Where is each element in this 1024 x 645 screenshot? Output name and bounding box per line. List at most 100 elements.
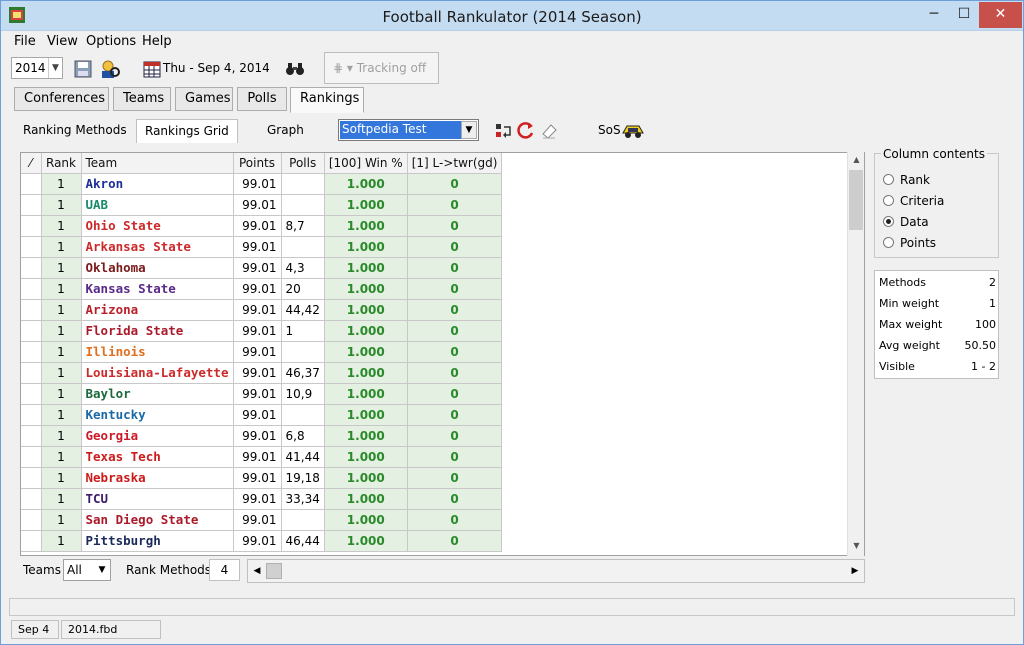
table-row[interactable]: 1 Georgia 99.01 6,8 1.000 0 xyxy=(21,425,503,447)
tab-games[interactable]: Games xyxy=(175,87,233,111)
radio-criteria[interactable]: Criteria xyxy=(883,194,944,208)
scroll-left-icon[interactable]: ◀ xyxy=(249,562,265,580)
table-header-row: ⁄ Rank Team Points Polls [100] Win % [1]… xyxy=(21,153,503,174)
scroll-thumb[interactable] xyxy=(849,170,863,230)
menu-view[interactable]: View xyxy=(47,34,78,49)
polls-cell: 46,44 xyxy=(281,530,325,552)
table-row[interactable]: 1 UAB 99.01 1.000 0 xyxy=(21,194,503,216)
save-icon[interactable] xyxy=(73,59,93,79)
points-cell: 99.01 xyxy=(233,425,282,447)
subtab-ranking-methods[interactable]: Ranking Methods xyxy=(15,119,135,143)
rank-cell: 1 xyxy=(41,530,82,552)
points-cell: 99.01 xyxy=(233,194,282,216)
row-indicator xyxy=(21,341,42,363)
scroll-thumb[interactable] xyxy=(266,563,282,579)
sort-icon[interactable] xyxy=(494,121,514,141)
team-cell: Baylor xyxy=(81,383,234,405)
points-cell: 99.01 xyxy=(233,362,282,384)
stat-value: 2 xyxy=(989,276,996,289)
radio-rank[interactable]: Rank xyxy=(883,173,930,187)
radio-points[interactable]: Points xyxy=(883,236,936,250)
table-row[interactable]: 1 Nebraska 99.01 19,18 1.000 0 xyxy=(21,467,503,489)
col-header-rank[interactable]: Rank xyxy=(41,153,82,174)
table-row[interactable]: 1 Florida State 99.01 1 1.000 0 xyxy=(21,320,503,342)
rank-cell: 1 xyxy=(41,320,82,342)
ranking-method-select[interactable]: Softpedia Test ▼ xyxy=(338,119,479,141)
points-cell: 99.01 xyxy=(233,446,282,468)
rankings-table: ⁄ Rank Team Points Polls [100] Win % [1]… xyxy=(21,153,503,552)
minimize-button[interactable]: ─ xyxy=(919,2,949,28)
table-row[interactable]: 1 Oklahoma 99.01 4,3 1.000 0 xyxy=(21,257,503,279)
ranking-method-value: Softpedia Test xyxy=(340,121,461,139)
tab-teams[interactable]: Teams xyxy=(113,87,171,111)
stat-max-weight: Max weight 100 xyxy=(879,318,996,331)
points-cell: 99.01 xyxy=(233,383,282,405)
row-indicator xyxy=(21,173,42,195)
polls-cell: 19,18 xyxy=(281,467,325,489)
team-cell: Arizona xyxy=(81,299,234,321)
chevron-down-icon: ▼ xyxy=(461,121,477,139)
tab-conferences[interactable]: Conferences xyxy=(14,87,109,111)
tab-polls[interactable]: Polls xyxy=(237,87,287,111)
col-header-ltwr[interactable]: [1] L->twr(gd) xyxy=(407,153,503,174)
tab-rankings[interactable]: Rankings xyxy=(290,87,364,113)
table-row[interactable]: 1 San Diego State 99.01 1.000 0 xyxy=(21,509,503,531)
polls-cell xyxy=(281,404,325,426)
team-cell: Illinois xyxy=(81,341,234,363)
stat-value: 1 xyxy=(989,297,996,310)
scroll-up-icon[interactable]: ▲ xyxy=(848,152,865,168)
table-row[interactable]: 1 Akron 99.01 1.000 0 xyxy=(21,173,503,195)
polls-cell xyxy=(281,194,325,216)
eraser-icon[interactable] xyxy=(539,121,559,141)
rankings-grid[interactable]: ⁄ Rank Team Points Polls [100] Win % [1]… xyxy=(20,152,865,556)
col-header-team[interactable]: Team xyxy=(81,153,234,174)
row-indicator xyxy=(21,362,42,384)
close-button[interactable]: ✕ xyxy=(979,2,1022,28)
grid-vertical-scrollbar[interactable]: ▲ ▼ xyxy=(847,152,864,556)
ltwr-cell: 0 xyxy=(407,236,503,258)
subtab-graph[interactable]: Graph xyxy=(259,119,312,143)
table-row[interactable]: 1 Kentucky 99.01 1.000 0 xyxy=(21,404,503,426)
calendar-icon[interactable] xyxy=(142,59,162,79)
table-row[interactable]: 1 Baylor 99.01 10,9 1.000 0 xyxy=(21,383,503,405)
rank-cell: 1 xyxy=(41,446,82,468)
menu-file[interactable]: File xyxy=(14,34,36,49)
maximize-button[interactable]: ☐ xyxy=(949,2,979,28)
sort-indicator[interactable]: ⁄ xyxy=(21,153,42,174)
col-header-win-pct[interactable]: [100] Win % xyxy=(324,153,408,174)
table-row[interactable]: 1 Pittsburgh 99.01 46,44 1.000 0 xyxy=(21,530,503,552)
rank-cell: 1 xyxy=(41,362,82,384)
refresh-icon[interactable] xyxy=(516,121,536,141)
scroll-down-icon[interactable]: ▼ xyxy=(848,538,865,554)
menu-help[interactable]: Help xyxy=(142,34,172,49)
table-row[interactable]: 1 Arizona 99.01 44,42 1.000 0 xyxy=(21,299,503,321)
table-row[interactable]: 1 TCU 99.01 33,34 1.000 0 xyxy=(21,488,503,510)
sos-car-icon[interactable] xyxy=(621,121,645,141)
win-pct-cell: 1.000 xyxy=(324,530,408,552)
ltwr-cell: 0 xyxy=(407,425,503,447)
col-header-points[interactable]: Points xyxy=(233,153,282,174)
table-row[interactable]: 1 Arkansas State 99.01 1.000 0 xyxy=(21,236,503,258)
ltwr-cell: 0 xyxy=(407,404,503,426)
radio-data[interactable]: Data xyxy=(883,215,929,229)
table-row[interactable]: 1 Texas Tech 99.01 41,44 1.000 0 xyxy=(21,446,503,468)
scroll-right-icon[interactable]: ▶ xyxy=(847,562,863,580)
col-header-polls[interactable]: Polls xyxy=(281,153,325,174)
rank-cell: 1 xyxy=(41,383,82,405)
stat-visible: Visible 1 - 2 xyxy=(879,360,996,373)
rank-methods-count[interactable]: 4 xyxy=(209,559,240,581)
table-row[interactable]: 1 Kansas State 99.01 20 1.000 0 xyxy=(21,278,503,300)
teams-filter-select[interactable]: All ▼ xyxy=(63,559,111,581)
season-select[interactable]: 2014 ▼ xyxy=(11,57,63,79)
binoculars-icon[interactable] xyxy=(285,59,305,79)
tracking-button[interactable]: ⋕ ▾ Tracking off xyxy=(324,52,439,84)
table-row[interactable]: 1 Louisiana-Lafayette 99.01 46,37 1.000 0 xyxy=(21,362,503,384)
ltwr-cell: 0 xyxy=(407,467,503,489)
user-search-icon[interactable] xyxy=(99,59,121,79)
subtab-rankings-grid[interactable]: Rankings Grid xyxy=(136,119,238,143)
table-row[interactable]: 1 Illinois 99.01 1.000 0 xyxy=(21,341,503,363)
table-row[interactable]: 1 Ohio State 99.01 8,7 1.000 0 xyxy=(21,215,503,237)
ltwr-cell: 0 xyxy=(407,362,503,384)
menu-options[interactable]: Options xyxy=(86,34,136,49)
grid-horizontal-scrollbar[interactable]: ◀ ▶ xyxy=(247,559,865,583)
